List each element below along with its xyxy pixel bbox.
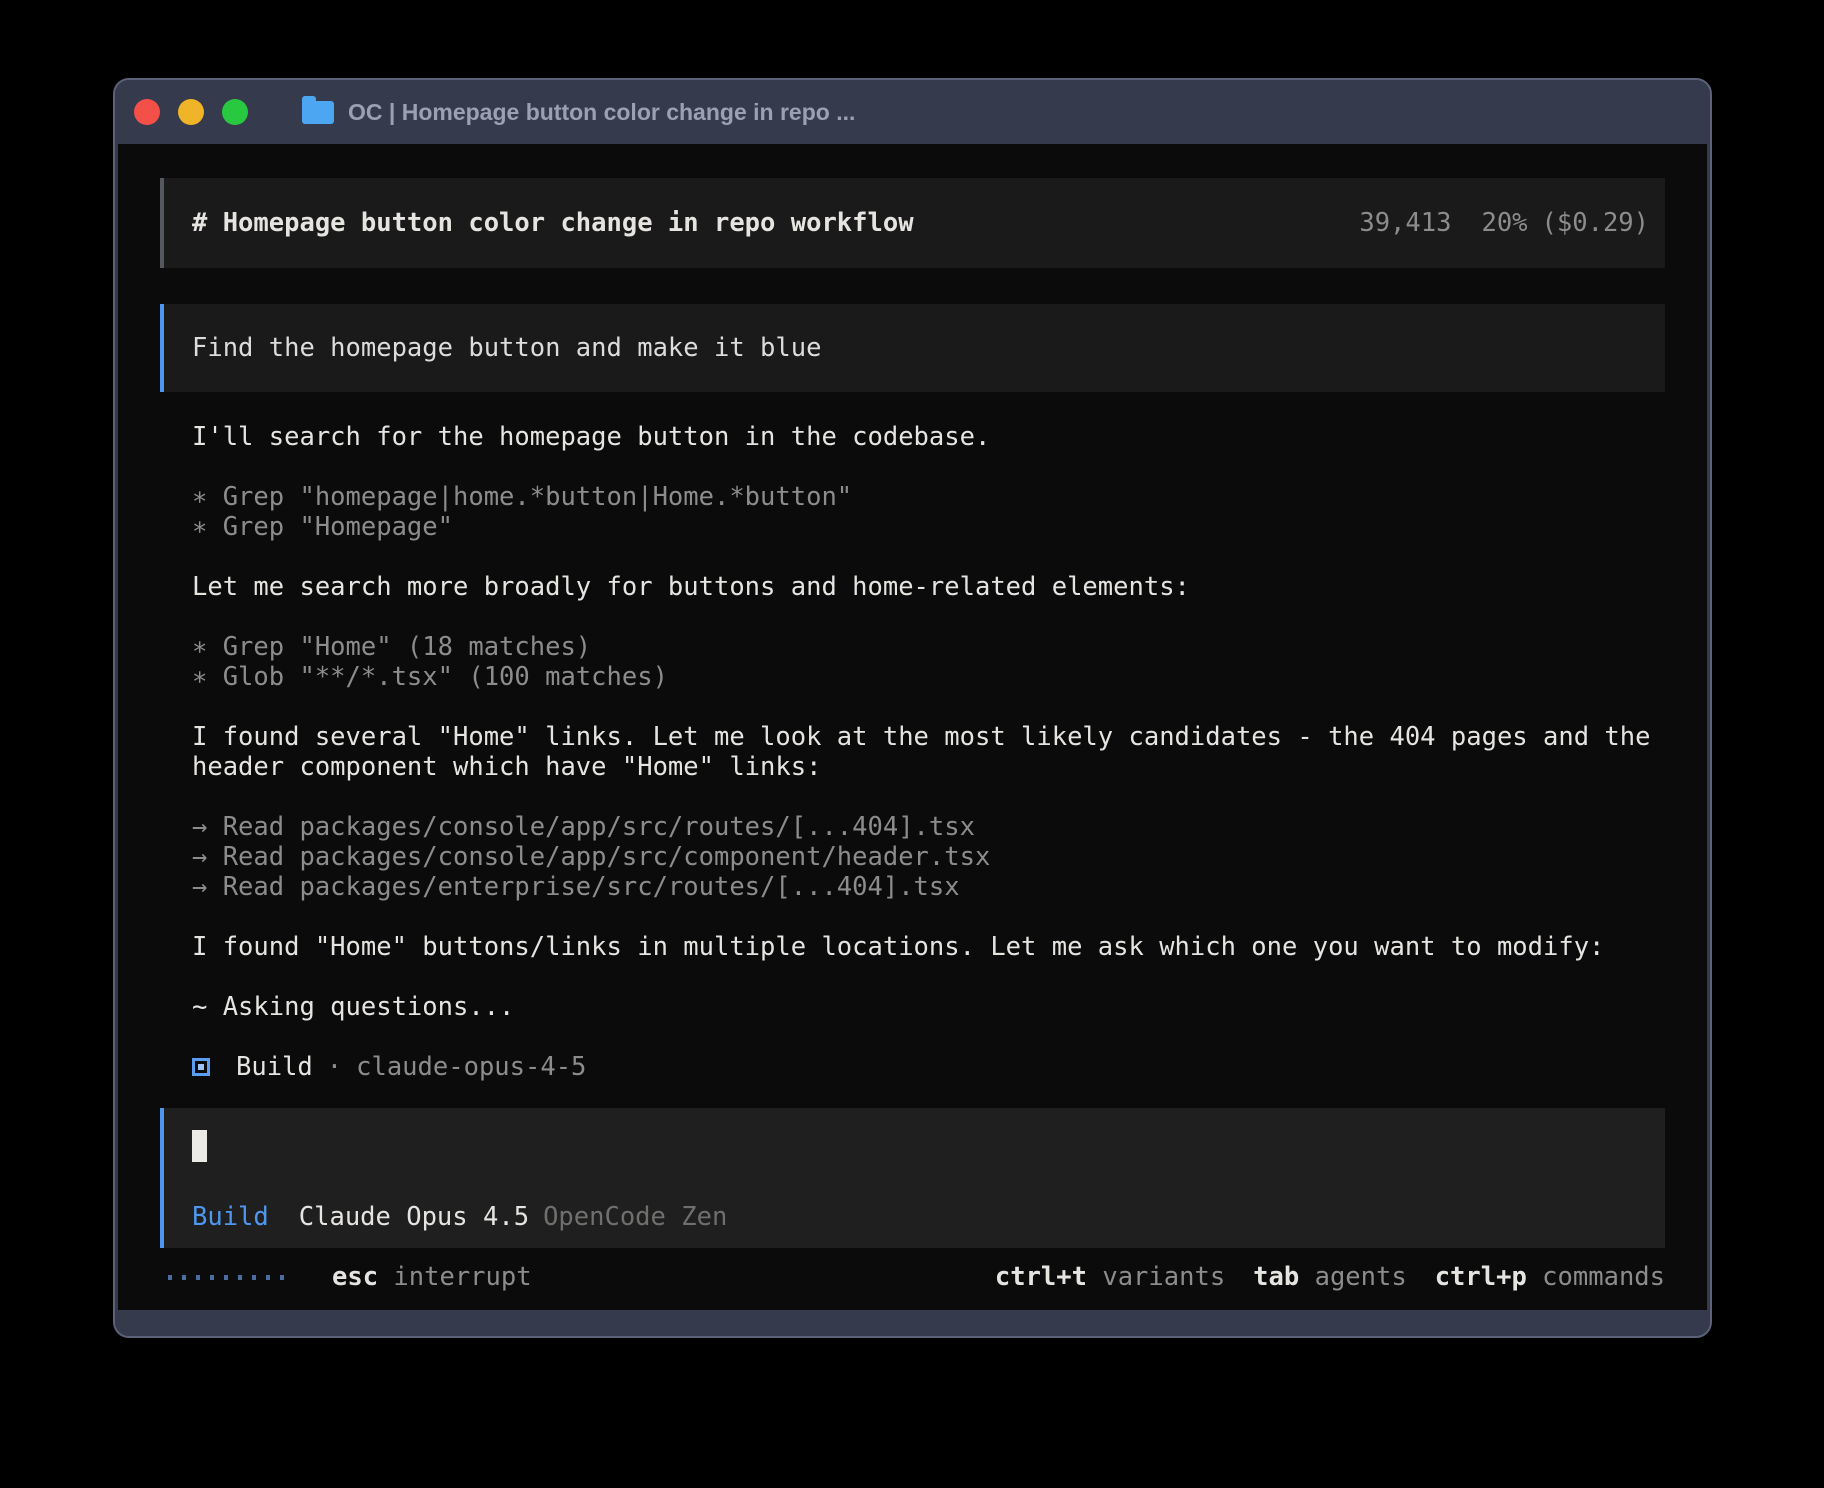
agent-model-name: claude-opus-4-5 (356, 1052, 586, 1082)
prompt-input[interactable]: Build Claude Opus 4.5 OpenCode Zen (160, 1108, 1665, 1248)
user-message-text: Find the homepage button and make it blu… (192, 333, 821, 363)
transcript-line: ~ Asking questions... (192, 992, 1665, 1022)
model-row: Build Claude Opus 4.5 OpenCode Zen (192, 1202, 1637, 1232)
transcript-line: header component which have "Home" links… (192, 752, 1665, 782)
shortcut-variants: ctrl+t variants (995, 1262, 1225, 1292)
shortcut-commands: ctrl+p commands (1435, 1262, 1665, 1292)
transcript-line: → Read packages/console/app/src/componen… (192, 842, 1665, 872)
transcript-line: → Read packages/enterprise/src/routes/[.… (192, 872, 1665, 902)
spinner-dots-icon (168, 1275, 294, 1280)
user-message-panel: Find the homepage button and make it blu… (160, 304, 1665, 392)
model-name: Claude Opus 4.5 (299, 1202, 529, 1232)
separator-dot: · (327, 1052, 342, 1082)
interrupt-label: interrupt (393, 1262, 531, 1292)
transcript-line: ∗ Glob "**/*.tsx" (100 matches) (192, 662, 1665, 692)
transcript-line (192, 1022, 1665, 1052)
window-title: OC | Homepage button color change in rep… (348, 99, 855, 126)
session-stats: 39,413 20% ($0.29) (1359, 208, 1649, 238)
transcript-line (192, 602, 1665, 632)
transcript-line: → Read packages/console/app/src/routes/[… (192, 812, 1665, 842)
transcript-line: I found "Home" buttons/links in multiple… (192, 932, 1665, 962)
session-cost: ($0.29) (1542, 208, 1649, 238)
transcript-line (192, 542, 1665, 572)
transcript-line: I found several "Home" links. Let me loo… (192, 722, 1665, 752)
statusbar: esc interrupt ctrl+t variantstab agentsc… (160, 1262, 1665, 1292)
text-cursor (192, 1130, 207, 1162)
window-bottom-strip (115, 1310, 1710, 1336)
transcript-line: ∗ Grep "homepage|home.*button|Home.*butt… (192, 482, 1665, 512)
transcript-line: Let me search more broadly for buttons a… (192, 572, 1665, 602)
transcript-line: ∗ Grep "Home" (18 matches) (192, 632, 1665, 662)
transcript-line (192, 692, 1665, 722)
transcript-line: I'll search for the homepage button in t… (192, 422, 1665, 452)
shortcut-label: variants (1087, 1262, 1225, 1292)
shortcut-key: tab (1253, 1262, 1299, 1292)
provider-name: OpenCode Zen (543, 1202, 727, 1232)
folder-icon (302, 101, 334, 124)
transcript-line (192, 452, 1665, 482)
transcript-line (192, 782, 1665, 812)
agent-badge: Build (192, 1202, 269, 1232)
terminal-content: # Homepage button color change in repo w… (118, 144, 1707, 1310)
agent-name: Build (236, 1052, 313, 1082)
transcript-line (192, 902, 1665, 932)
shortcut-key: ctrl+p (1435, 1262, 1527, 1292)
transcript-line: Build · claude-opus-4-5 (192, 1052, 1665, 1082)
transcript-line: ∗ Grep "Homepage" (192, 512, 1665, 542)
close-button[interactable] (134, 99, 160, 125)
context-percent: 20% (1481, 208, 1527, 238)
token-count: 39,413 (1359, 208, 1451, 238)
zoom-button[interactable] (222, 99, 248, 125)
shortcut-key: ctrl+t (995, 1262, 1087, 1292)
session-title: # Homepage button color change in repo w… (192, 208, 914, 238)
transcript-line (192, 962, 1665, 992)
transcript: I'll search for the homepage button in t… (192, 422, 1665, 1082)
minimize-button[interactable] (178, 99, 204, 125)
shortcut-agents: tab agents (1253, 1262, 1407, 1292)
shortcut-label: commands (1527, 1262, 1665, 1292)
shortcut-label: agents (1299, 1262, 1406, 1292)
shortcut-hints: ctrl+t variants tab agents ctrl+p commands (967, 1262, 1665, 1292)
session-header: # Homepage button color change in repo w… (160, 178, 1665, 268)
app-window: OC | Homepage button color change in rep… (113, 78, 1712, 1338)
esc-key: esc (332, 1262, 378, 1292)
agent-status-icon (192, 1058, 210, 1076)
titlebar: OC | Homepage button color change in rep… (115, 80, 1710, 144)
